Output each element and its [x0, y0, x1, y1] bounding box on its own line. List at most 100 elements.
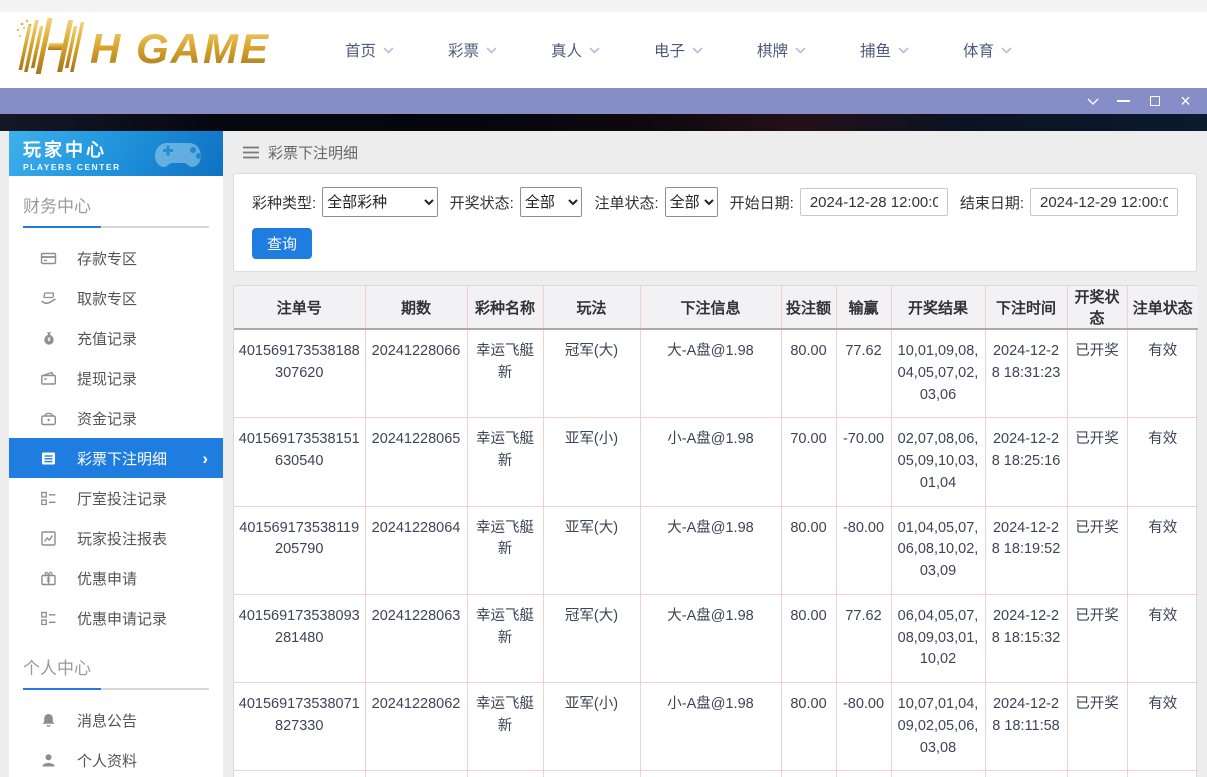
table-cell: 401569173538093281480: [234, 594, 366, 684]
background-strip: [0, 114, 1207, 131]
table-cell: 幸运飞艇新: [467, 506, 544, 595]
nav-item-4[interactable]: 棋牌: [730, 39, 833, 61]
table-cell: 大-A盘@1.98: [640, 594, 782, 684]
table-header-cell: 彩种名称: [467, 286, 544, 330]
sidebar-section-title: 个人中心: [23, 659, 91, 678]
table-cell: 已开奖: [1067, 329, 1128, 419]
nav-item-0[interactable]: 首页: [318, 39, 421, 61]
table-cell: 亚军(小): [543, 417, 641, 507]
sidebar: 玩家中心 PLAYERS CENTER 财务中心 存款专区 取款专区 ¥ 充值记录 提现记…: [9, 131, 223, 777]
table-cell: 401569173538071827330: [234, 682, 366, 772]
lottery-type-select[interactable]: 全部彩种: [322, 187, 438, 217]
table-cell: 401569173538188307620: [234, 329, 366, 419]
sidebar-item-0-1[interactable]: 取款专区: [9, 278, 223, 318]
breadcrumb: 彩票下注明细: [233, 131, 1197, 173]
table-cell: 2024-12-28 18:19:52: [985, 506, 1068, 595]
table-cell: 2024-12-28 18:11:58: [985, 682, 1068, 772]
chevron-down-icon: [589, 46, 600, 54]
table-cell: 已开奖: [1067, 682, 1128, 772]
section-divider: [23, 688, 209, 690]
table-cell: 幸运飞艇新: [467, 770, 544, 777]
table-cell: 幸运飞艇新: [467, 417, 544, 507]
brand-logo-icon: H GAME: [16, 18, 270, 74]
sidebar-item-label: 彩票下注明细: [77, 450, 168, 468]
table-cell: 幸运飞艇新: [467, 329, 544, 419]
deposit-card-icon: [40, 252, 57, 264]
order-status-select[interactable]: 全部: [664, 187, 718, 217]
sidebar-item-0-4[interactable]: 资金记录: [9, 398, 223, 438]
sidebar-item-0-6[interactable]: 厅室投注记录: [9, 478, 223, 518]
chevron-right-icon: ›: [202, 448, 208, 468]
svg-text:¥: ¥: [47, 577, 51, 584]
report-chart-icon: [41, 530, 56, 546]
nav-item-1[interactable]: 彩票: [421, 39, 524, 61]
table-header-cell: 输赢: [836, 286, 892, 330]
end-date-input[interactable]: [1030, 188, 1178, 216]
table-cell: 幸运飞艇新: [467, 594, 544, 684]
table-cell: 80.00: [781, 594, 837, 684]
main-nav: 首页 彩票 真人 电子 棋牌 捕鱼 体育: [318, 12, 1039, 88]
table-cell: 401569173538044343840: [234, 770, 366, 777]
nav-item-label: 真人: [550, 43, 582, 60]
table-cell: 大-A盘@1.98: [640, 770, 782, 777]
chevron-down-icon[interactable]: [1077, 88, 1108, 114]
table-cell: 401569173538119205790: [234, 506, 366, 595]
main-area: 玩家中心 PLAYERS CENTER 财务中心 存款专区 取款专区 ¥ 充值记录 提现记…: [0, 131, 1207, 777]
nav-item-label: 棋牌: [756, 43, 788, 60]
table-cell: 2024-12-28 18:31:23: [985, 329, 1068, 419]
sidebar-item-0-2[interactable]: ¥ 充值记录: [9, 318, 223, 358]
table-cell: 2024-12-28 18:25:16: [985, 417, 1068, 507]
table-cell: 有效: [1127, 417, 1198, 507]
table-cell: 10,07,01,04,09,02,05,06,03,08: [891, 682, 986, 772]
table-cell: -70.00: [836, 417, 892, 507]
table-cell: 小-A盘@1.98: [640, 682, 782, 772]
table-header-cell: 玩法: [543, 286, 641, 330]
chevron-down-icon: [898, 46, 909, 54]
close-icon[interactable]: ×: [1170, 88, 1201, 114]
table-cell: 大-A盘@1.98: [640, 329, 782, 419]
sidebar-item-1-1[interactable]: 个人资料: [9, 740, 223, 777]
table-cell: 有效: [1127, 682, 1198, 772]
sidebar-item-0-3[interactable]: 提现记录: [9, 358, 223, 398]
sidebar-item-0-7[interactable]: 玩家投注报表: [9, 518, 223, 558]
maximize-icon[interactable]: [1139, 88, 1170, 114]
table-header-cell: 下注时间: [985, 286, 1068, 330]
sidebar-item-label: 资金记录: [77, 410, 138, 428]
sidebar-item-0-5[interactable]: 彩票下注明细 ›: [9, 438, 223, 478]
brand-logo: H GAME: [8, 16, 278, 78]
nav-item-3[interactable]: 电子: [627, 39, 730, 61]
top-strip: [0, 0, 1207, 12]
sidebar-item-0-9[interactable]: 优惠申请记录: [9, 598, 223, 638]
sidebar-item-1-0[interactable]: 消息公告: [9, 700, 223, 740]
start-date-input[interactable]: [799, 188, 948, 216]
draw-status-label: 开奖状态:: [449, 194, 514, 212]
page-title: 彩票下注明细: [268, 144, 359, 162]
sidebar-item-0-8[interactable]: ¥ 优惠申请: [9, 558, 223, 598]
minimize-icon[interactable]: [1108, 88, 1139, 114]
table-cell: 77.62: [836, 329, 892, 419]
nav-item-label: 首页: [344, 43, 376, 60]
table-row: 401569173538119205790 20241228064 幸运飞艇新 亚军(…: [234, 506, 1198, 595]
nav-item-6[interactable]: 体育: [936, 39, 1039, 61]
sidebar-section-title: 财务中心: [23, 197, 91, 216]
table-cell: 80.00: [781, 682, 837, 772]
table-cell: 401569173538151630540: [234, 417, 366, 507]
table-cell: 小-A盘@1.98: [640, 417, 782, 507]
table-cell: 已开奖: [1067, 594, 1128, 684]
table-cell: 已开奖: [1067, 417, 1128, 507]
table-cell: 有效: [1127, 506, 1198, 595]
table-cell: 70.00: [781, 417, 837, 507]
brand-name: H GAME: [90, 25, 270, 72]
money-bag-icon: ¥: [44, 331, 54, 345]
table-cell: 有效: [1127, 329, 1198, 419]
search-button[interactable]: 查询: [252, 228, 313, 259]
hamburger-menu-icon[interactable]: [243, 146, 259, 159]
nav-item-2[interactable]: 真人: [524, 39, 627, 61]
table-row: 40156917353804434384020241228061幸运飞艇新冠军(…: [234, 770, 1198, 777]
sidebar-item-0-0[interactable]: 存款专区: [9, 238, 223, 278]
table-cell: 冠军(大): [543, 329, 641, 419]
draw-status-select[interactable]: 全部: [519, 187, 583, 217]
checklist-icon: [41, 611, 56, 625]
chevron-down-icon: [1001, 46, 1012, 54]
nav-item-5[interactable]: 捕鱼: [833, 39, 936, 61]
